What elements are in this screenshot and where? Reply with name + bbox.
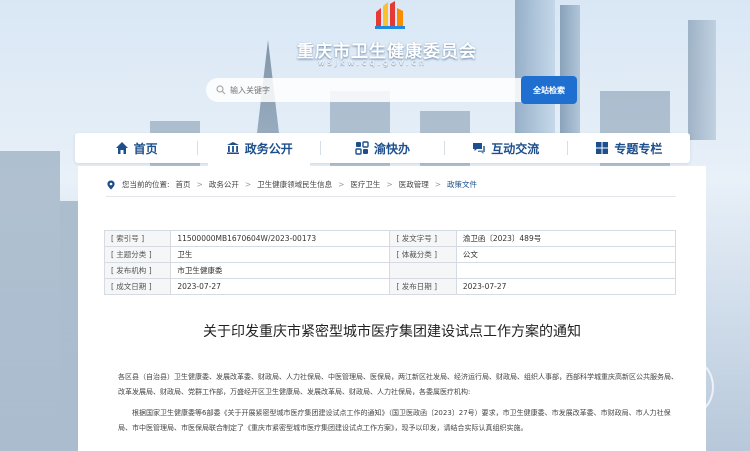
document-meta-table: [ 索引号 ] 11500000MB1670604W/2023-00173 [ …	[103, 230, 677, 295]
nav-label: 渝快办	[374, 141, 411, 156]
breadcrumb-link[interactable]: 卫生健康领域民生信息	[257, 179, 332, 190]
genre-label: [ 体裁分类 ]	[389, 246, 457, 263]
nav-interaction[interactable]: 互动交流	[445, 133, 567, 163]
published-date-label: [ 发布日期 ]	[389, 278, 457, 295]
created-date-value: 2023-07-27	[170, 278, 391, 295]
content-panel: 您当前的位置: 首页 > 政务公开 > 卫生健康领域民生信息 > 医疗卫生 > …	[78, 166, 706, 451]
meta-row: [ 发布机构 ] 市卫生健康委	[103, 262, 677, 279]
published-date-value: 2023-07-27	[455, 278, 677, 295]
breadcrumb-link[interactable]: 医政管理	[399, 179, 429, 190]
doc-number-value: 渝卫函〔2023〕489号	[455, 230, 677, 247]
document-paragraph: 各区县（自治县）卫生健康委、发展改革委、财政局、人力社保局、中医管理局、医保局，…	[118, 373, 678, 396]
doc-number-label: [ 发文字号 ]	[389, 230, 457, 247]
breadcrumb-link[interactable]: 政务公开	[209, 179, 239, 190]
home-icon	[115, 142, 128, 154]
breadcrumb-link[interactable]: 医疗卫生	[350, 179, 380, 190]
breadcrumb-link[interactable]: 首页	[176, 179, 191, 190]
breadcrumb: 您当前的位置: 首页 > 政务公开 > 卫生健康领域民生信息 > 医疗卫生 > …	[106, 176, 676, 193]
search-button[interactable]: 全站检索	[521, 76, 577, 104]
breadcrumb-prefix: 您当前的位置:	[122, 180, 170, 189]
breadcrumb-separator: >	[244, 180, 252, 189]
breadcrumb-separator: >	[338, 180, 345, 189]
breadcrumb-divider	[106, 196, 676, 197]
nav-home[interactable]: 首页	[75, 133, 197, 163]
skyline-tower	[688, 20, 716, 140]
nav-label: 互动交流	[491, 141, 540, 156]
nav-government-affairs[interactable]: 政务公开	[198, 133, 320, 171]
nav-label: 政务公开	[244, 141, 293, 156]
created-date-label: [ 成文日期 ]	[103, 278, 172, 295]
document-paragraph: 根据国家卫生健康委等6部委《关于开展紧密型城市医疗集团建设试点工作的通知》（国卫…	[118, 409, 671, 432]
skyline-tower	[560, 5, 580, 135]
issuer-label: [ 发布机构 ]	[103, 262, 172, 279]
index-label: [ 索引号 ]	[103, 230, 172, 247]
nav-label: 首页	[133, 141, 158, 156]
site-logo-icon	[375, 1, 405, 29]
topic-value: 卫生	[170, 246, 391, 263]
breadcrumb-separator: >	[196, 180, 203, 189]
document-title: 关于印发重庆市紧密型城市医疗集团建设试点工作方案的通知	[203, 324, 581, 340]
nav-special-topics[interactable]: 专题专栏	[568, 133, 690, 163]
tiles-icon	[596, 142, 609, 154]
issuer-value: 市卫生健康委	[170, 262, 391, 279]
search-icon	[216, 85, 226, 95]
nav-yukuaiban[interactable]: 渝快办	[321, 133, 443, 163]
skyline-building	[0, 151, 60, 451]
nav-label: 专题专栏	[614, 141, 663, 156]
site-domain: wsjkw.cq.gov.cn	[318, 58, 428, 67]
chat-icon	[473, 143, 486, 154]
index-value: 11500000MB1670604W/2023-00173	[170, 230, 391, 247]
breadcrumb-separator: >	[434, 180, 442, 189]
search-input[interactable]	[230, 85, 522, 95]
government-building-icon	[226, 142, 239, 154]
breadcrumb-current[interactable]: 政策文件	[447, 179, 477, 190]
skyline-tower	[515, 0, 555, 140]
grid-service-icon	[355, 141, 369, 155]
meta-row: [ 成文日期 ] 2023-07-27 [ 发布日期 ] 2023-07-27	[103, 278, 677, 295]
breadcrumb-separator: >	[386, 180, 393, 189]
topic-label: [ 主题分类 ]	[103, 246, 172, 263]
empty-cell	[455, 262, 677, 279]
location-pin-icon	[107, 180, 115, 189]
search-box	[206, 78, 522, 102]
meta-row: [ 索引号 ] 11500000MB1670604W/2023-00173 [ …	[103, 230, 677, 247]
empty-cell	[389, 262, 457, 279]
meta-row: [ 主题分类 ] 卫生 [ 体裁分类 ] 公文	[103, 246, 677, 263]
main-nav: 首页 政务公开 渝快办 互动交流 专题专栏	[75, 133, 690, 171]
genre-value: 公文	[455, 246, 677, 263]
